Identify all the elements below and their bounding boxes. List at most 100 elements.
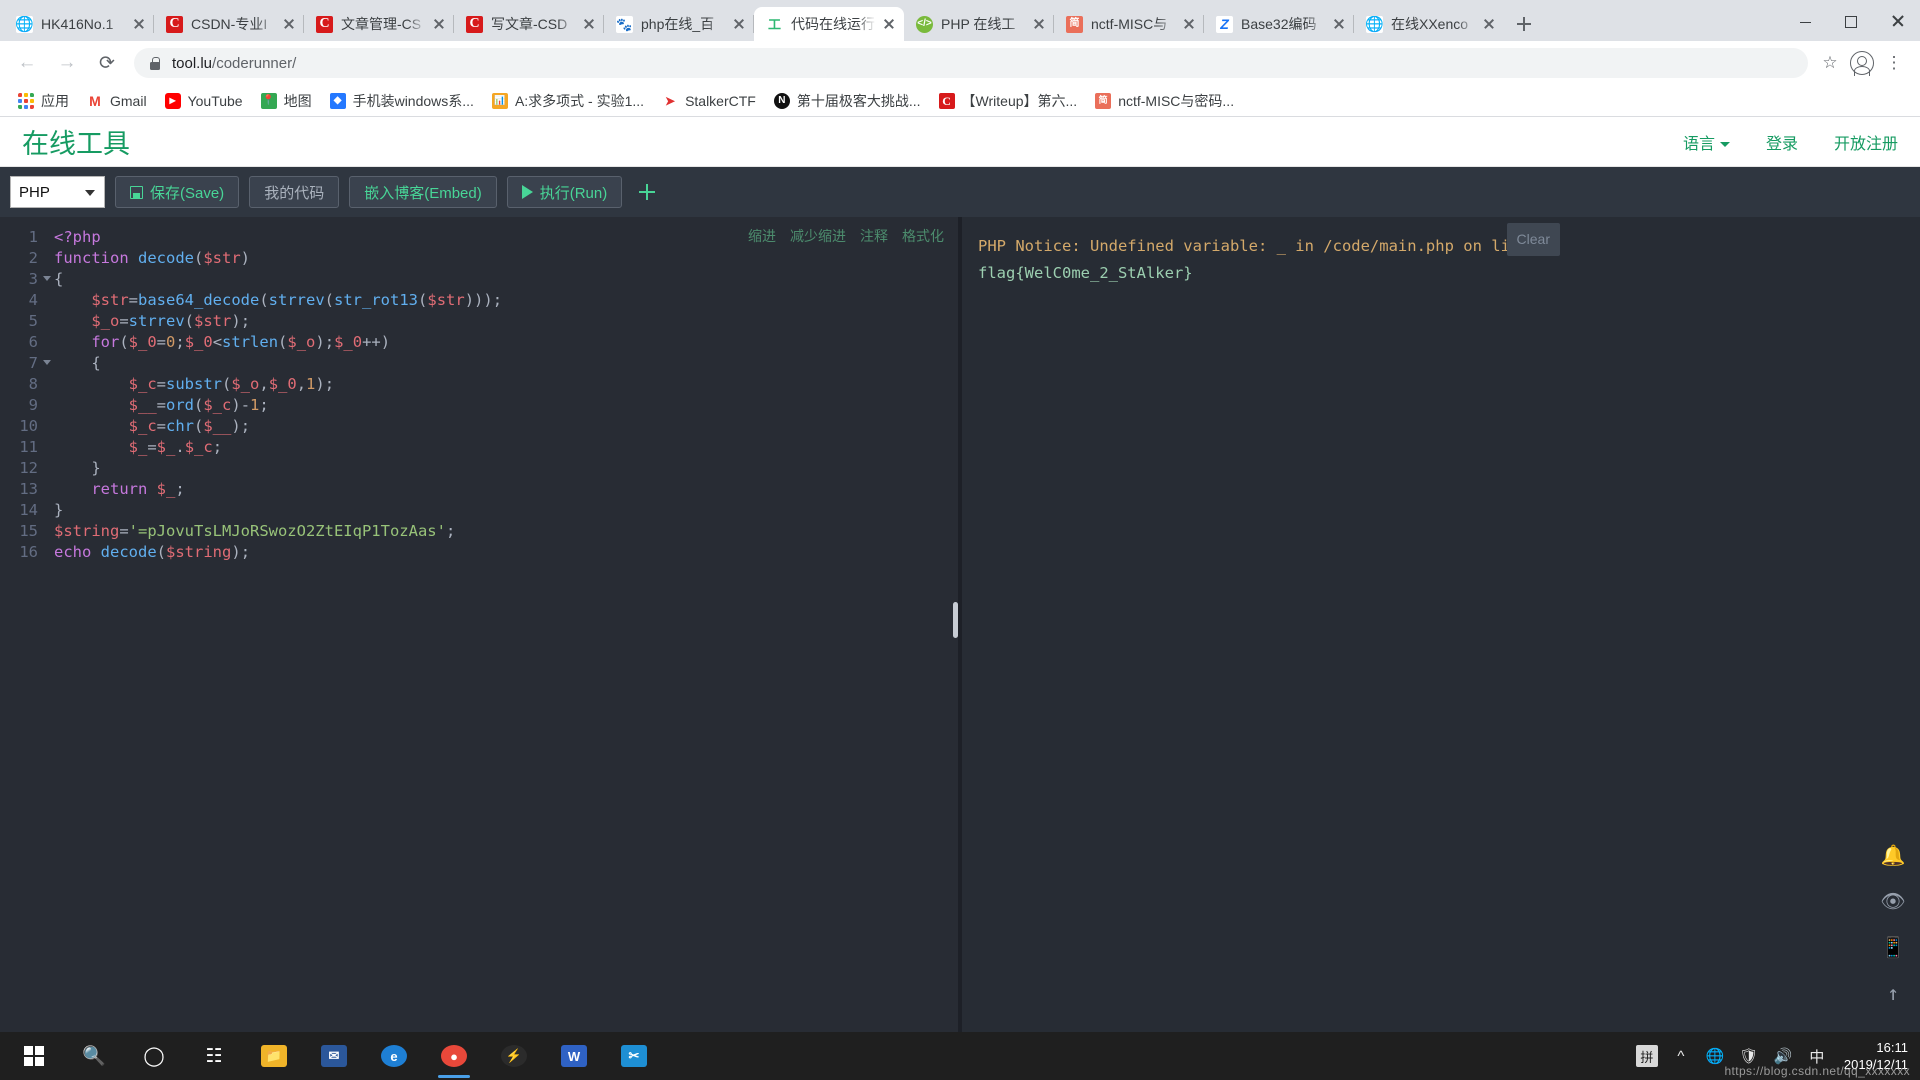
fold-toggle-icon[interactable] [43, 360, 51, 365]
line-number: 13 [19, 480, 38, 498]
bookmark-gmail[interactable]: M Gmail [79, 89, 155, 113]
fold-toggle-icon[interactable] [43, 276, 51, 281]
new-tab-button[interactable] [1510, 10, 1538, 38]
site-logo[interactable]: 在线工具 [22, 122, 130, 161]
embed-button[interactable]: 嵌入博客(Embed) [349, 176, 497, 208]
code-toolbar: PHP 保存(Save) 我的代码 嵌入博客(Embed) 执行(Run) [0, 167, 1920, 217]
close-icon[interactable] [1180, 15, 1198, 33]
avatar[interactable] [1846, 47, 1878, 79]
bookmark-label: YouTube [187, 92, 243, 109]
editor-tool-outdent[interactable]: 减少缩进 [790, 226, 846, 246]
output-notice: PHP Notice: Undefined variable: _ in /co… [978, 237, 1557, 255]
line-number: 9 [28, 396, 38, 414]
network-icon[interactable]: 🌐 [1704, 1044, 1726, 1068]
browser-tab[interactable]: 🌐 在线XXenco [1354, 7, 1504, 41]
my-code-button[interactable]: 我的代码 [249, 176, 340, 208]
editor-scrollbar[interactable] [953, 602, 958, 638]
browser-tab[interactable]: 🌐 HK416No.1 [4, 7, 154, 41]
nav-register[interactable]: 开放注册 [1834, 130, 1898, 154]
search-icon[interactable]: 🔍 [64, 1032, 124, 1080]
scroll-top-icon[interactable]: ↑ [1880, 980, 1906, 1006]
reload-icon[interactable]: ⟳ [90, 46, 124, 80]
nav-language[interactable]: 语言 [1683, 130, 1730, 154]
language-select[interactable]: PHP [10, 176, 105, 208]
side-dock: 🔔 👁 📱 ↑ [1880, 842, 1906, 1006]
globe-icon: 🌐 [1366, 15, 1383, 33]
editor-tool-indent[interactable]: 缩进 [748, 226, 776, 246]
browser-tab[interactable]: 🐾 php在线_百 [604, 7, 754, 41]
watermark: https://blog.csdn.net/qq_xxxxxxx [1724, 1064, 1910, 1078]
browser-tab[interactable]: Z Base32编码 [1204, 7, 1354, 41]
clear-output-button[interactable]: Clear [1506, 223, 1560, 256]
edge-icon[interactable]: e [364, 1032, 424, 1080]
back-icon[interactable]: ← [10, 46, 44, 80]
bookmark-star-icon[interactable]: ☆ [1814, 47, 1846, 79]
close-icon[interactable] [730, 15, 748, 33]
bookmark-label: 第十届极客大挑战... [796, 92, 921, 109]
chevron-up-icon[interactable]: ^ [1670, 1044, 1692, 1068]
bookmark-geek-challenge[interactable]: N 第十届极客大挑战... [766, 89, 929, 113]
bookmark-nctf-misc[interactable]: 简 nctf-MISC与密码... [1087, 89, 1242, 113]
site-header: 在线工具 语言 登录 开放注册 [0, 117, 1920, 167]
bookmark-maps[interactable]: 📍 地图 [253, 89, 320, 113]
close-icon[interactable] [280, 15, 298, 33]
cortana-icon[interactable]: ◯ [124, 1032, 184, 1080]
chrome-icon[interactable]: ● [424, 1032, 484, 1080]
close-icon[interactable] [130, 15, 148, 33]
bell-icon[interactable]: 🔔 [1880, 842, 1906, 868]
bookmark-stalkerctf[interactable]: ➤ StalkerCTF [654, 89, 764, 113]
wechat-icon[interactable]: 📱 [1880, 934, 1906, 960]
weibo-icon[interactable]: 👁 [1880, 888, 1906, 914]
add-tab-button[interactable] [632, 177, 662, 207]
address-bar[interactable]: tool.lu /coderunner/ [134, 48, 1808, 78]
close-icon[interactable] [580, 15, 598, 33]
bookmark-youtube[interactable]: ▶ YouTube [157, 89, 251, 113]
close-window-button[interactable] [1874, 5, 1920, 37]
snip-icon[interactable]: ✂ [604, 1032, 664, 1080]
bookmark-apps[interactable]: 应用 [10, 89, 77, 113]
wv-icon: ◆ [329, 92, 346, 109]
jianshu-icon: 简 [1066, 15, 1083, 33]
maximize-button[interactable] [1828, 5, 1874, 37]
bookmark-writeup[interactable]: C 【Writeup】第六... [931, 89, 1086, 113]
chrome-menu-icon[interactable]: ⋮ [1878, 47, 1910, 79]
browser-toolbar: ← → ⟳ tool.lu /coderunner/ ☆ ⋮ [0, 41, 1920, 85]
php-icon: </> [916, 15, 933, 33]
line-number: 14 [19, 501, 38, 519]
close-icon[interactable] [1030, 15, 1048, 33]
taskview-icon[interactable]: ☷ [184, 1032, 244, 1080]
tab-title: HK416No.1 [41, 16, 114, 32]
browser-tab-active[interactable]: 工 代码在线运行 [754, 7, 904, 41]
bookmark-polynomial[interactable]: 📊 A:求多项式 - 实验1... [484, 89, 652, 113]
bookmark-label: 地图 [283, 92, 312, 109]
browser-tab[interactable]: C CSDN-专业I [154, 7, 304, 41]
close-icon[interactable] [430, 15, 448, 33]
bookmark-label: StalkerCTF [685, 92, 756, 109]
browser-tab[interactable]: 简 nctf-MISC与 [1054, 7, 1204, 41]
forward-icon[interactable]: → [50, 46, 84, 80]
thunder-icon[interactable]: ⚡ [484, 1032, 544, 1080]
nav-login[interactable]: 登录 [1766, 130, 1798, 154]
windows-taskbar: 🔍 ◯ ☷ 📁 ✉ e ● ⚡ W ✂ 拼 ^ 🌐 🛡 🔊 中 16:11 20… [0, 1032, 1920, 1080]
browser-tab[interactable]: C 文章管理-CS [304, 7, 454, 41]
wps-icon[interactable]: W [544, 1032, 604, 1080]
minimize-button[interactable] [1782, 5, 1828, 37]
tool-icon: 工 [766, 15, 783, 33]
editor-tool-format[interactable]: 格式化 [902, 226, 944, 246]
clock-time: 16:11 [1876, 1040, 1908, 1055]
editor-tool-comment[interactable]: 注释 [860, 226, 888, 246]
close-icon[interactable] [1480, 15, 1498, 33]
close-icon[interactable] [1330, 15, 1348, 33]
mail-icon[interactable]: ✉ [304, 1032, 364, 1080]
close-icon[interactable] [880, 15, 898, 33]
run-button[interactable]: 执行(Run) [506, 176, 623, 208]
file-explorer-icon[interactable]: 📁 [244, 1032, 304, 1080]
browser-tab[interactable]: C 写文章-CSD [454, 7, 604, 41]
browser-tab[interactable]: </> PHP 在线工 [904, 7, 1054, 41]
bookmark-windows-phone[interactable]: ◆ 手机装windows系... [322, 89, 482, 113]
windows-start-icon[interactable] [4, 1032, 64, 1080]
code-editor[interactable]: 1 2 3 4 5 6 7 8 9 10 11 12 13 14 15 16 <… [0, 217, 958, 1032]
ime-pinyin-icon[interactable]: 拼 [1635, 1045, 1658, 1067]
code-text[interactable]: <?php function decode($str) { $str=base6… [42, 217, 958, 1032]
save-button[interactable]: 保存(Save) [115, 176, 240, 208]
